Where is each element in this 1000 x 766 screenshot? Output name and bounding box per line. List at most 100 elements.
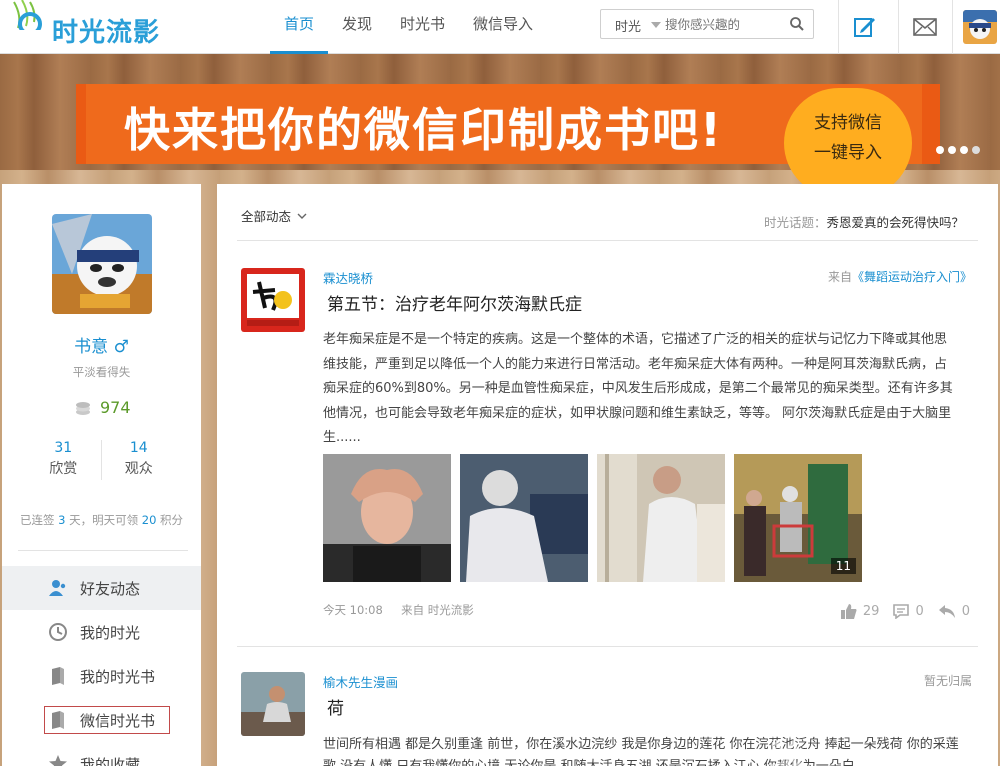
book-icon [52,711,64,729]
divider [237,240,978,241]
stat-audience-count: 14 [129,440,148,456]
banner-badge[interactable]: 支持微信 一键导入 [784,88,912,198]
logo-text: 时光流影 [52,18,161,48]
nav-home[interactable]: 首页 [270,0,329,54]
banner-badge-line1: 支持微信 [814,113,882,133]
post-author[interactable]: 霖达晓桥 [323,268,373,287]
checkin-post: 积分 [160,513,184,527]
share-icon [938,605,955,618]
post-source-link[interactable]: 《舞蹈运动治疗入门》 [852,270,972,284]
post-meta: 今天 10:08 来自 时光流影 [323,602,474,618]
compose-button[interactable] [838,0,890,54]
hot-topic: 时光话题：秀恩爱真的会死得快吗？ [764,212,964,231]
post-body: 老年痴呆症是不是一个特定的疾病。这是一个整体的术语，它描述了广泛的相关的症状与记… [323,332,953,445]
comment-icon [893,604,910,619]
top-bar: 时光流影 首页 发现 时光书 微信导入 时光 [0,0,1000,54]
search-icon[interactable] [789,16,805,32]
coin-balance: 974 [74,398,131,417]
post-title[interactable]: 第五节：治疗老年阿尔茨海默氏症 [327,290,582,315]
avatar [963,10,997,44]
promo-banner[interactable]: 快来把你的微信印制成书吧! 支持微信 一键导入 [76,84,940,198]
search-box: 时光 [600,9,814,39]
share-count: 0 [961,604,970,619]
banner-badge-line2: 一键导入 [814,143,882,163]
post-source-prefix: 来自 [827,270,852,284]
stat-audience-label: 观众 [124,461,153,477]
nav-discover[interactable]: 发现 [328,0,386,54]
search-input[interactable] [665,15,785,33]
post-images: 11 [323,454,862,582]
edit-icon [853,18,875,37]
thumbs-up-icon [840,604,857,619]
post-from[interactable]: 来自 时光流影 [401,603,474,617]
share-button[interactable]: 0 [938,604,970,619]
image-count-badge: 11 [830,558,856,574]
sidebar-item-wechat-time-book[interactable]: 微信时光书 [2,698,201,742]
sidebar-item-my-time-book[interactable]: 我的时光书 [2,654,201,698]
checkin-points: 20 [141,513,157,527]
clock-icon [49,623,67,641]
coins-icon [76,401,90,415]
post-source: 来自《舞蹈运动治疗入门》 [828,268,972,285]
caret-down-icon[interactable] [651,22,661,28]
pager-dot[interactable] [972,146,980,154]
author-avatar[interactable] [241,268,305,332]
feed-post: 霖达晓桥 来自《舞蹈运动治疗入门》 第五节：治疗老年阿尔茨海默氏症 老年痴呆症是… [237,268,978,638]
user-motto: 平淡看得失 [72,365,131,379]
star-icon [49,755,67,766]
sidebar-item-label: 我的时光书 [80,667,156,686]
pager-dot[interactable] [936,146,944,154]
post-image[interactable] [323,454,451,582]
mail-icon [912,18,937,36]
post-title[interactable]: 荷 [327,694,344,719]
post-image[interactable] [597,454,725,582]
author-avatar[interactable] [241,672,305,736]
checkin-pre: 已连签 [19,513,55,527]
banner-pager [936,146,980,154]
search-category[interactable]: 时光 [615,16,641,35]
post-actions: 29 0 0 [840,604,970,619]
stat-appreciate[interactable]: 31 欣赏 [26,440,101,480]
feed-filter[interactable]: 全部动态 [241,206,307,225]
feed-filter-label: 全部动态 [241,209,292,224]
leaf-logo-icon [13,0,42,30]
checkin-status: 已连签 3 天，明天可领 20 积分 [2,512,201,528]
like-button[interactable]: 29 [840,604,880,619]
stat-appreciate-count: 31 [54,440,73,456]
user-name[interactable]: 书意 ♂ [2,332,201,357]
watermark: Bai du 经验 jingyan.baidu.com [764,662,970,766]
stat-appreciate-label: 欣赏 [49,461,78,477]
sidebar-item-label: 我的收藏 [80,755,141,766]
post-image-last[interactable]: 11 [734,454,862,582]
follow-stats: 31 欣赏 14 观众 [26,440,176,480]
profile-avatar[interactable] [52,214,152,314]
comment-button[interactable]: 0 [893,604,924,619]
coin-value: 974 [100,398,131,417]
pager-dot[interactable] [948,146,956,154]
sidebar-item-my-favorites[interactable]: 我的收藏 [2,742,201,766]
sidebar-item-label: 好友动态 [80,579,141,598]
checkin-mid: 天，明天可领 [69,513,139,527]
topic-link[interactable]: 秀恩爱真的会死得快吗？ [826,215,964,230]
users-icon [49,580,66,596]
pager-dot[interactable] [960,146,968,154]
sidebar-item-friend-feed[interactable]: 好友动态 [2,566,201,610]
checkin-days: 3 [58,513,66,527]
site-logo[interactable]: 时光流影 [12,0,172,48]
messages-button[interactable] [898,0,950,54]
sidebar-menu: 好友动态 我的时光 我的时光书 微信时光书 我的收藏 [2,566,201,766]
comment-count: 0 [915,604,924,619]
stat-audience[interactable]: 14 观众 [100,440,177,480]
main-nav: 首页 发现 时光书 微信导入 [270,0,547,54]
post-image[interactable] [460,454,588,582]
chevron-down-icon [297,213,307,219]
watermark-url: jingyan.baidu.com [772,724,892,739]
user-menu[interactable] [952,0,1000,54]
nav-wechat-import[interactable]: 微信导入 [459,0,547,54]
like-count: 29 [862,604,880,619]
divider [237,646,978,647]
sidebar-item-my-time[interactable]: 我的时光 [2,610,201,654]
post-author[interactable]: 榆木先生漫画 [323,672,398,691]
nav-time-book[interactable]: 时光书 [386,0,459,54]
topic-label: 时光话题： [763,215,827,230]
